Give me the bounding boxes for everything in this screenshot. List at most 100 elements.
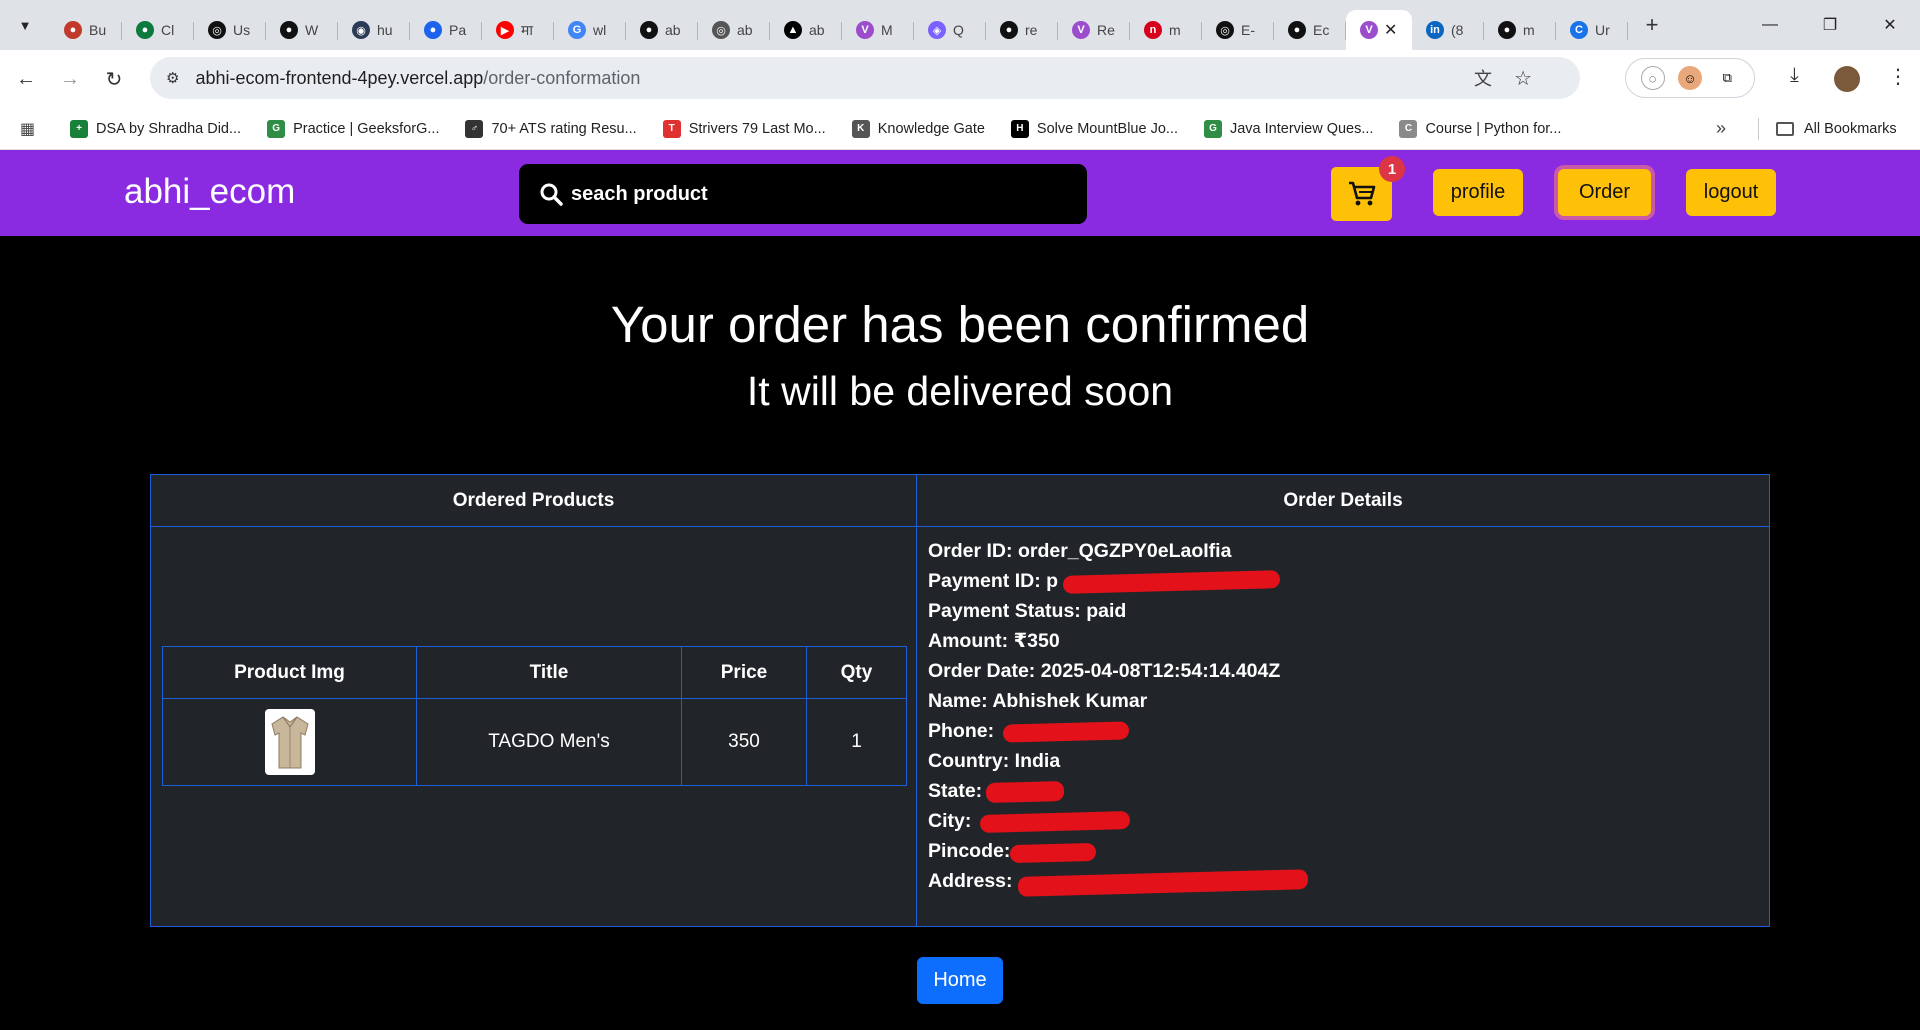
all-bookmarks-button[interactable]: All Bookmarks (1776, 121, 1897, 137)
redaction-mark (985, 780, 1065, 804)
bookmark-item[interactable]: K Knowledge Gate (851, 119, 985, 138)
bookmark-item[interactable]: T Strivers 79 Last Mo... (662, 119, 826, 138)
address-label: Address: (928, 870, 1013, 892)
browser-tab[interactable]: in (8 (1412, 10, 1484, 50)
extensions-puzzle-icon[interactable]: ⧉ (1715, 66, 1739, 90)
bookmark-item[interactable]: + DSA by Shradha Did... (70, 119, 241, 138)
browser-tab[interactable]: ● Bu (50, 10, 122, 50)
pincode-label: Pincode: (928, 840, 1011, 862)
reload-icon[interactable]: ↻ (96, 61, 132, 97)
browser-tab[interactable]: ● Ec (1274, 10, 1346, 50)
payment-status-value: paid (1086, 600, 1127, 622)
close-tab-icon[interactable]: ✕ (1384, 20, 1397, 40)
bookmark-item[interactable]: ♂ 70+ ATS rating Resu... (465, 119, 637, 138)
tab-favicon-icon: ◎ (208, 21, 226, 39)
payment-id-value: p (1046, 570, 1059, 592)
logout-button[interactable]: logout (1686, 169, 1776, 216)
download-icon[interactable]: ⤓ (1790, 64, 1799, 87)
tab-title: Q (953, 22, 964, 38)
extension-face-icon[interactable]: ☺ (1677, 66, 1702, 90)
bookmark-label: 70+ ATS rating Resu... (491, 120, 637, 137)
search-icon (540, 183, 563, 206)
address-bar[interactable]: ⚙ abhi-ecom-frontend-4pey.vercel.app/ord… (150, 57, 1580, 99)
bookmark-list: + DSA by Shradha Did... G Practice | Geeksf… (44, 119, 1561, 138)
tab-title: W (305, 22, 319, 38)
home-button[interactable]: Home (917, 957, 1003, 1004)
state-label: State: (928, 780, 983, 802)
new-tab-icon[interactable]: + (1638, 11, 1666, 39)
url-text[interactable]: abhi-ecom-frontend-4pey.vercel.app/order… (195, 68, 640, 89)
browser-tab[interactable]: ● W (266, 10, 338, 50)
site-info-icon[interactable]: ⚙ (166, 69, 179, 87)
tab-title: ab (665, 22, 681, 38)
search-input[interactable] (571, 182, 1051, 206)
product-price: 350 (681, 698, 807, 786)
extension-icon[interactable]: ◌ (1640, 66, 1665, 90)
browser-tab[interactable]: nm (1130, 10, 1202, 50)
bookmark-item[interactable]: G Practice | GeeksforG... (267, 119, 439, 138)
browser-tab[interactable]: ● m (1484, 10, 1556, 50)
tab-favicon-icon: ● (1000, 21, 1018, 39)
cart-count-badge: 1 (1379, 156, 1405, 182)
browser-tab[interactable]: Gwl (554, 10, 626, 50)
bookmark-star-icon[interactable]: ☆ (1514, 66, 1532, 91)
active-browser-tab[interactable]: V ✕ (1346, 10, 1412, 50)
amount-row: Amount: ₹350 (928, 626, 1280, 656)
minimize-icon[interactable]: — (1740, 0, 1800, 50)
translate-icon[interactable]: 文 (1474, 65, 1492, 91)
name-label: Name: (928, 690, 988, 712)
tab-favicon-icon: G (568, 21, 586, 39)
tab-search-button[interactable]: ▼ (8, 8, 42, 42)
close-window-icon[interactable]: ✕ (1860, 0, 1920, 50)
order-date-value: 2025-04-08T12:54:14.404Z (1040, 660, 1281, 682)
product-title: TAGDO Men's (416, 698, 682, 786)
bookmark-label: Knowledge Gate (877, 120, 985, 137)
browser-tab[interactable]: ● Cl (122, 10, 194, 50)
tab-favicon-icon: ▲ (784, 21, 802, 39)
tab-favicon-icon: ▶ (496, 21, 514, 39)
name-value: Abhishek Kumar (992, 690, 1148, 712)
browser-tab[interactable]: ◎ ab (698, 10, 770, 50)
browser-tab[interactable]: ● re (986, 10, 1058, 50)
bookmark-item[interactable]: G Java Interview Ques... (1203, 119, 1373, 138)
bookmark-item[interactable]: C Course | Python for... (1399, 119, 1561, 138)
apps-grid-icon[interactable]: ▦ (20, 119, 44, 139)
more-bookmarks-icon[interactable]: » (1716, 118, 1726, 139)
back-icon[interactable]: ← (8, 61, 44, 97)
order-button[interactable]: Order (1558, 169, 1651, 216)
forward-icon[interactable]: → (52, 61, 88, 97)
profile-button[interactable]: profile (1433, 169, 1523, 216)
browser-tab[interactable]: VM (842, 10, 914, 50)
profile-avatar[interactable] (1834, 66, 1860, 92)
browser-toolbar: ← → ↻ ⚙ abhi-ecom-frontend-4pey.vercel.a… (0, 50, 1920, 108)
tab-title: hu (377, 22, 393, 38)
browser-tab[interactable]: ◎ Us (194, 10, 266, 50)
browser-menu-icon[interactable]: ⋮ (1888, 64, 1908, 89)
browser-tab[interactable]: V Re (1058, 10, 1130, 50)
browser-tab[interactable]: ◎ E- (1202, 10, 1274, 50)
tab-title: re (1025, 22, 1038, 38)
browser-tab[interactable]: ● ab (626, 10, 698, 50)
browser-tab[interactable]: ▶ मा (482, 10, 554, 50)
tab-title: ab (809, 22, 825, 38)
order-details-list: Order ID: order_QGZPY0eLaoIfia Payment I… (928, 536, 1309, 897)
search-box[interactable] (519, 164, 1087, 224)
tab-title: m (1523, 22, 1535, 38)
browser-tab[interactable]: ◈ Q (914, 10, 986, 50)
tab-favicon-icon: V (1360, 21, 1378, 39)
order-id-label: Order ID: (928, 540, 1013, 562)
phone-row: Phone: (928, 716, 1280, 746)
brand-logo[interactable]: abhi_ecom (124, 172, 295, 212)
restore-icon[interactable]: ❐ (1800, 0, 1860, 50)
browser-tab[interactable]: C Ur (1556, 10, 1628, 50)
amount-label: Amount: (928, 630, 1009, 652)
browser-tab-strip: ▼ ● Bu ● Cl ◎ Us ● W ◉ hu ● Pa ▶ मा Gwl ● ab ◎ ab ▲ ab V M ◈ Q ● r… (0, 0, 1920, 50)
redaction-mark (1062, 570, 1281, 594)
bookmark-item[interactable]: H Solve MountBlue Jo... (1010, 119, 1178, 138)
browser-tab[interactable]: ◉ hu (338, 10, 410, 50)
tab-favicon-icon: n (1144, 21, 1162, 39)
browser-tab[interactable]: ▲ ab (770, 10, 842, 50)
product-table: Product Img Title Price Qty TAGDO Men's … (162, 646, 907, 786)
product-image[interactable] (264, 709, 315, 775)
browser-tab[interactable]: ● Pa (410, 10, 482, 50)
